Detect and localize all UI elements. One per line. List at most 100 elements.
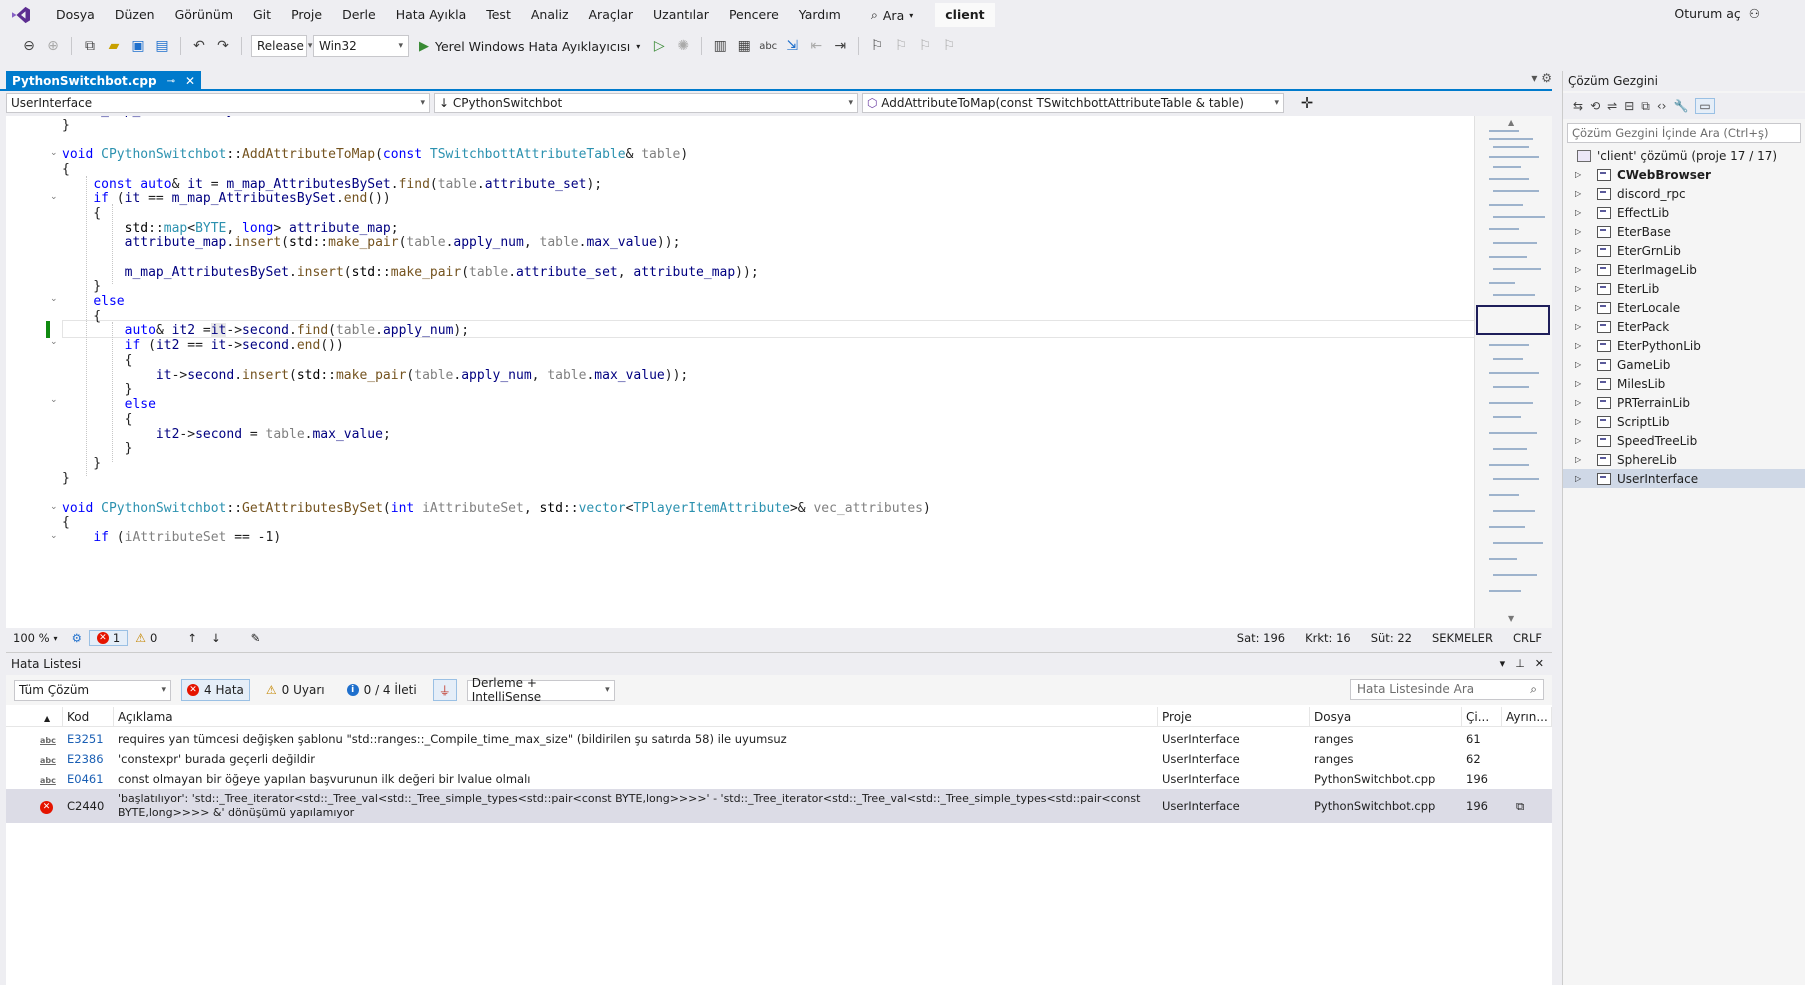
- collapse-icon[interactable]: ⌄: [50, 192, 58, 202]
- project-node[interactable]: ▷ EterGrnLib: [1563, 241, 1805, 260]
- expand-icon[interactable]: ▷: [1575, 322, 1585, 331]
- error-list-search-input[interactable]: Hata Listesinde Ara ⌕: [1350, 679, 1544, 700]
- redo-icon[interactable]: ↷: [214, 37, 232, 55]
- error-code[interactable]: C2440: [63, 799, 114, 813]
- configuration-select[interactable]: Release ▾: [251, 35, 312, 57]
- project-node[interactable]: ▷ EterPack: [1563, 317, 1805, 336]
- tab-list-chevron-icon[interactable]: ▾ ⚙: [1531, 71, 1552, 85]
- error-row-selected[interactable]: ✕ C2440 'başlatılıyor': 'std::_Tree_iter…: [6, 789, 1552, 823]
- bookmark-icon[interactable]: ⚐: [868, 37, 886, 55]
- menu-project[interactable]: Proje: [281, 0, 332, 30]
- prev-bookmark-icon[interactable]: ⚐: [892, 37, 910, 55]
- column-project-header[interactable]: Proje: [1158, 707, 1310, 727]
- expand-icon[interactable]: ▷: [1575, 379, 1585, 388]
- project-node[interactable]: ▷ EterLib: [1563, 279, 1805, 298]
- menu-window[interactable]: Pencere: [719, 0, 789, 30]
- switch-views-icon[interactable]: ⇆: [1573, 99, 1583, 113]
- project-node[interactable]: ▷ MilesLib: [1563, 374, 1805, 393]
- code-editor[interactable]: ⌄ ⌄ ⌄ ⌄ ⌄ ⌄ ⌄ m_map_AttributesBySet.clea…: [6, 116, 1552, 628]
- error-row[interactable]: abc E3251 requires yan tümcesi değişken …: [6, 729, 1552, 749]
- collapse-icon[interactable]: ⌄: [50, 395, 58, 405]
- start-without-debugging-icon[interactable]: ▷: [650, 37, 668, 55]
- zoom-select[interactable]: 100 % ▾: [6, 631, 65, 645]
- split-add-icon[interactable]: ✛: [1288, 93, 1326, 115]
- menu-file[interactable]: Dosya: [46, 0, 105, 30]
- previous-issue-icon[interactable]: ↑: [180, 631, 204, 645]
- expand-icon[interactable]: ▷: [1575, 208, 1585, 217]
- project-node[interactable]: ▷ EterPythonLib: [1563, 336, 1805, 355]
- collapse-icon[interactable]: ⌄: [50, 294, 58, 304]
- menu-build[interactable]: Derle: [332, 0, 386, 30]
- error-row[interactable]: abc E2386 'constexpr' burada geçerli değ…: [6, 749, 1552, 769]
- step-icon[interactable]: ⇲: [783, 37, 801, 55]
- expand-icon[interactable]: ▷: [1575, 398, 1585, 407]
- collapse-icon[interactable]: ⌄: [50, 337, 58, 347]
- layout-icon[interactable]: ▦: [735, 37, 753, 55]
- error-code-link[interactable]: E0461: [63, 772, 114, 786]
- collapse-icon[interactable]: ⌄: [50, 502, 58, 512]
- collapse-icon[interactable]: ⌄: [50, 148, 58, 158]
- line-ending[interactable]: CRLF: [1503, 631, 1552, 645]
- vertical-scrollbar-minimap[interactable]: ▲ ▼: [1474, 116, 1552, 628]
- project-node[interactable]: ▷ discord_rpc: [1563, 184, 1805, 203]
- tab-pythonswitchbot-cpp[interactable]: PythonSwitchbot.cpp ⊸ ✕: [6, 71, 202, 91]
- solution-search-input[interactable]: Çözüm Gezgini İçinde Ara (Ctrl+ş): [1567, 123, 1801, 143]
- code-view-icon[interactable]: ‹›: [1657, 99, 1667, 113]
- error-code-link[interactable]: E2386: [63, 752, 114, 766]
- preview-icon[interactable]: ▭: [1695, 98, 1715, 114]
- expand-icon[interactable]: ▷: [1575, 341, 1585, 350]
- project-node[interactable]: ▷ EterLocale: [1563, 298, 1805, 317]
- error-count[interactable]: ✕ 1: [88, 630, 129, 646]
- expand-icon[interactable]: ▷: [1575, 227, 1585, 236]
- menu-help[interactable]: Yardım: [789, 0, 851, 30]
- project-node[interactable]: ▷ ScriptLib: [1563, 412, 1805, 431]
- column-icon-header[interactable]: ▲: [6, 707, 63, 727]
- browse-icon[interactable]: ▥: [711, 37, 729, 55]
- project-node[interactable]: ▷ GameLib: [1563, 355, 1805, 374]
- close-icon[interactable]: ✕: [185, 74, 195, 88]
- menu-git[interactable]: Git: [243, 0, 281, 30]
- minimap-viewport[interactable]: [1476, 305, 1550, 335]
- open-folder-icon[interactable]: ▰: [105, 37, 123, 55]
- menu-edit[interactable]: Düzen: [105, 0, 165, 30]
- warnings-filter-button[interactable]: ⚠ 0 Uyarı: [260, 679, 331, 701]
- expand-icon[interactable]: ▷: [1575, 303, 1585, 312]
- scroll-up-icon[interactable]: ▲: [1508, 118, 1514, 127]
- project-node[interactable]: ▷ CWebBrowser: [1563, 165, 1805, 184]
- expand-icon[interactable]: ▷: [1575, 360, 1585, 369]
- error-code-link[interactable]: E3251: [63, 732, 114, 746]
- solution-node[interactable]: 'client' çözümü (proje 17 / 17): [1563, 146, 1805, 165]
- error-row[interactable]: abc E0461 const olmayan bir öğeye yapıla…: [6, 769, 1552, 789]
- spell-check-icon[interactable]: abc: [759, 37, 777, 55]
- indent-icon[interactable]: ⇥: [831, 37, 849, 55]
- warning-count[interactable]: ⚠ 0: [128, 631, 164, 645]
- menu-view[interactable]: Görünüm: [165, 0, 243, 30]
- visual-studio-logo-icon[interactable]: [10, 6, 32, 24]
- clear-bookmarks-icon[interactable]: ⚐: [940, 37, 958, 55]
- expand-icon[interactable]: ▷: [1575, 265, 1585, 274]
- search-button[interactable]: ⌕ Ara ▾: [863, 4, 921, 26]
- project-node[interactable]: ▷ EterImageLib: [1563, 260, 1805, 279]
- build-source-select[interactable]: Derleme + IntelliSense ▾: [466, 676, 615, 704]
- expand-icon[interactable]: ▷: [1575, 189, 1585, 198]
- expand-icon[interactable]: ▷: [1575, 436, 1585, 445]
- collapse-icon[interactable]: ⌄: [50, 531, 58, 541]
- history-icon[interactable]: ⟲: [1590, 99, 1600, 113]
- platform-select[interactable]: Win32 ▾: [313, 35, 409, 57]
- back-icon[interactable]: ⊖: [20, 37, 38, 55]
- save-all-icon[interactable]: ▤: [153, 37, 171, 55]
- errors-filter-button[interactable]: ✕ 4 Hata: [181, 679, 250, 701]
- expand-icon[interactable]: ▷: [1575, 246, 1585, 255]
- menu-debug[interactable]: Hata Ayıkla: [386, 0, 477, 30]
- expand-icon[interactable]: ▷: [1575, 284, 1585, 293]
- undo-icon[interactable]: ↶: [190, 37, 208, 55]
- member-select[interactable]: ⬡ AddAttributeToMap(const TSwitchbottAtt…: [862, 93, 1284, 113]
- filter-toggle-button[interactable]: ⏚: [432, 679, 457, 701]
- code-area[interactable]: m_map_AttributesBySet.clear(); } void CP…: [62, 116, 1482, 628]
- menu-analyze[interactable]: Analiz: [521, 0, 579, 30]
- hot-reload-icon[interactable]: ✺: [674, 37, 692, 55]
- project-node[interactable]: ▷ EffectLib: [1563, 203, 1805, 222]
- pin-icon[interactable]: ⊸: [167, 76, 175, 87]
- health-icon[interactable]: ⚙: [65, 631, 89, 645]
- class-select[interactable]: ↓ CPythonSwitchbot ▾: [434, 93, 858, 113]
